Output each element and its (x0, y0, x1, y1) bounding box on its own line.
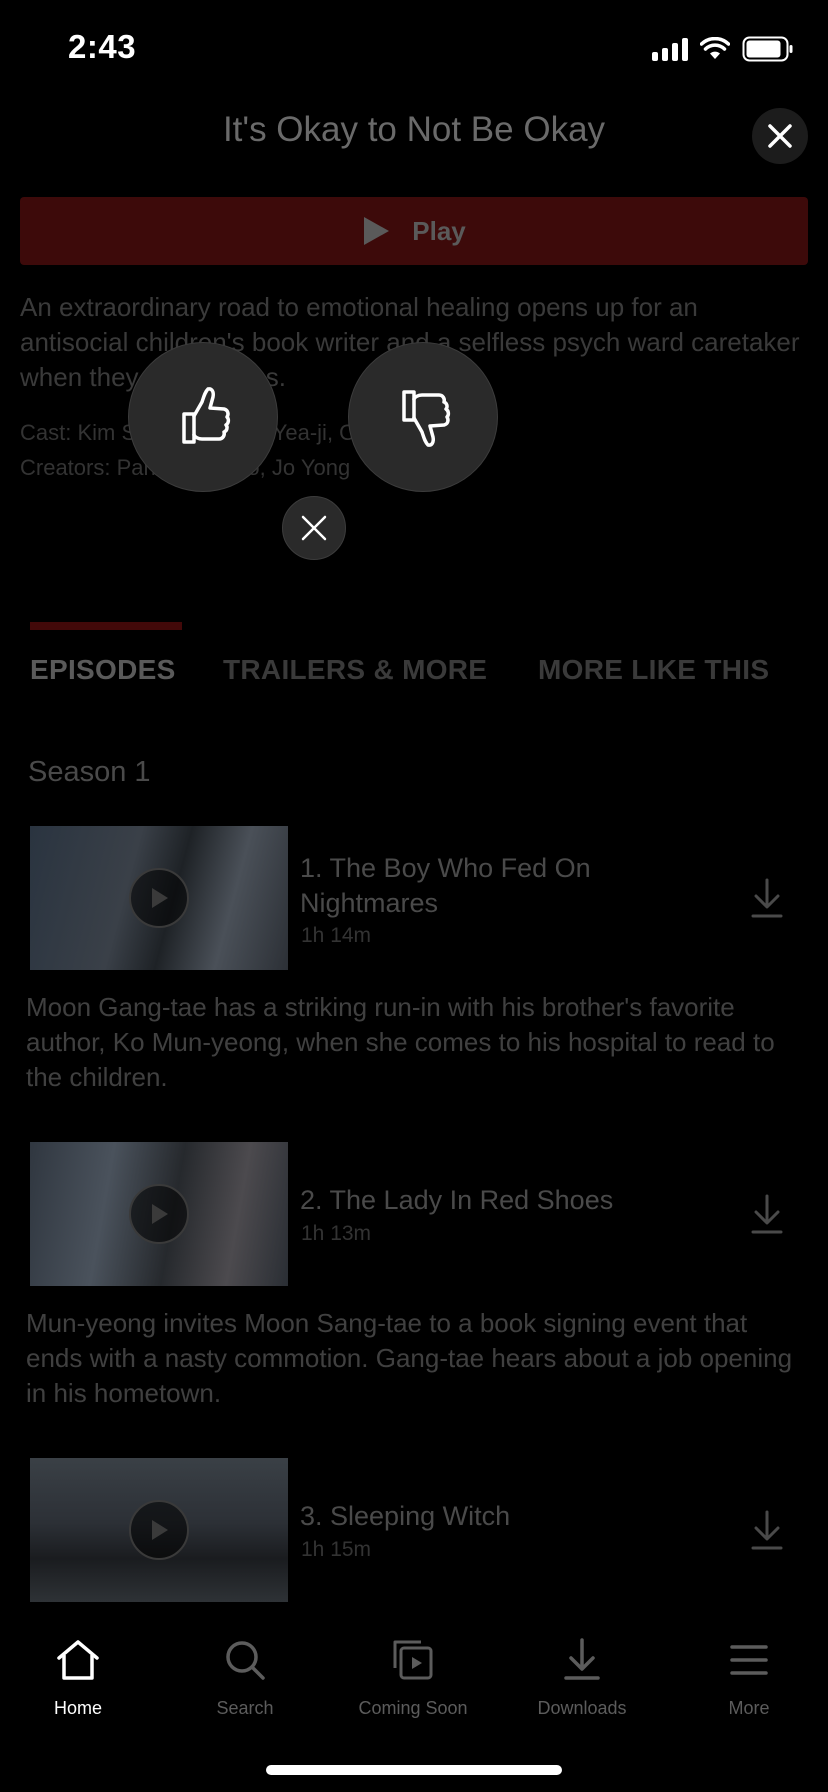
episode-title: 1. The Boy Who Fed On Nightmares (300, 853, 591, 918)
play-circle-icon (129, 1500, 189, 1560)
cellular-signal-icon (652, 37, 688, 61)
episode-thumbnail[interactable] (30, 826, 288, 970)
thumbs-down-icon (402, 390, 451, 447)
episode-duration: 1h 14m (301, 924, 372, 947)
episode-description: Moon Gang-tae has a striking run-in with… (26, 992, 775, 1092)
nav-home-label: Home (53, 1698, 102, 1718)
thumbs-up-icon (182, 387, 231, 444)
nav-more[interactable]: More (679, 1634, 819, 1719)
episode-description: Mun-yeong invites Moon Sang-tae to a boo… (26, 1308, 793, 1408)
wifi-icon (700, 37, 730, 59)
dislike-button[interactable] (348, 342, 498, 492)
play-icon (364, 217, 390, 245)
close-icon (768, 124, 792, 148)
nav-home[interactable]: Home (8, 1634, 148, 1719)
nav-coming-soon-label: Coming Soon (358, 1698, 468, 1718)
tab-more-like-this[interactable]: MORE LIKE THIS (538, 654, 769, 686)
download-icon[interactable] (750, 1510, 784, 1552)
menu-icon (730, 1645, 768, 1675)
download-icon[interactable] (750, 1194, 784, 1236)
episode-thumbnail[interactable] (30, 1458, 288, 1602)
episode-thumbnail[interactable] (30, 1142, 288, 1286)
nav-downloads[interactable]: Downloads (512, 1634, 652, 1719)
dismiss-rating-button[interactable] (282, 496, 346, 560)
like-button[interactable] (128, 342, 278, 492)
nav-search[interactable]: Search (175, 1634, 315, 1719)
coming-soon-icon (393, 1640, 433, 1680)
tab-episodes[interactable]: EPISODES (30, 654, 176, 686)
home-indicator[interactable] (266, 1765, 562, 1775)
close-icon (301, 515, 327, 541)
status-time: 2:43 (68, 28, 137, 65)
episode-title: 2. The Lady In Red Shoes (300, 1185, 614, 1215)
download-icon (564, 1638, 600, 1680)
nav-downloads-label: Downloads (537, 1698, 627, 1718)
tab-indicator (30, 622, 182, 630)
play-button[interactable]: Play (20, 197, 808, 265)
battery-icon (742, 36, 793, 62)
episode-title: 3. Sleeping Witch (300, 1501, 511, 1531)
show-title: It's Okay to Not Be Okay (222, 110, 606, 149)
season-selector[interactable]: Season 1 (28, 756, 151, 789)
nav-search-label: Search (216, 1698, 274, 1718)
nav-coming-soon[interactable]: Coming Soon (343, 1634, 483, 1719)
episode-duration: 1h 15m (301, 1538, 372, 1561)
play-circle-icon (129, 868, 189, 928)
episode-duration: 1h 13m (301, 1222, 372, 1245)
close-button[interactable] (752, 108, 808, 164)
title-detail-screen: 2:43 It's Okay to Not Be Okay Play An ex… (0, 0, 828, 1792)
status-icons (652, 36, 794, 62)
nav-more-label: More (728, 1698, 770, 1718)
tab-trailers-and-more[interactable]: TRAILERS & MORE (223, 654, 487, 686)
play-button-label: Play (412, 215, 466, 246)
download-icon[interactable] (750, 878, 784, 920)
play-circle-icon (129, 1184, 189, 1244)
search-icon (226, 1641, 265, 1680)
home-icon (57, 1640, 99, 1680)
